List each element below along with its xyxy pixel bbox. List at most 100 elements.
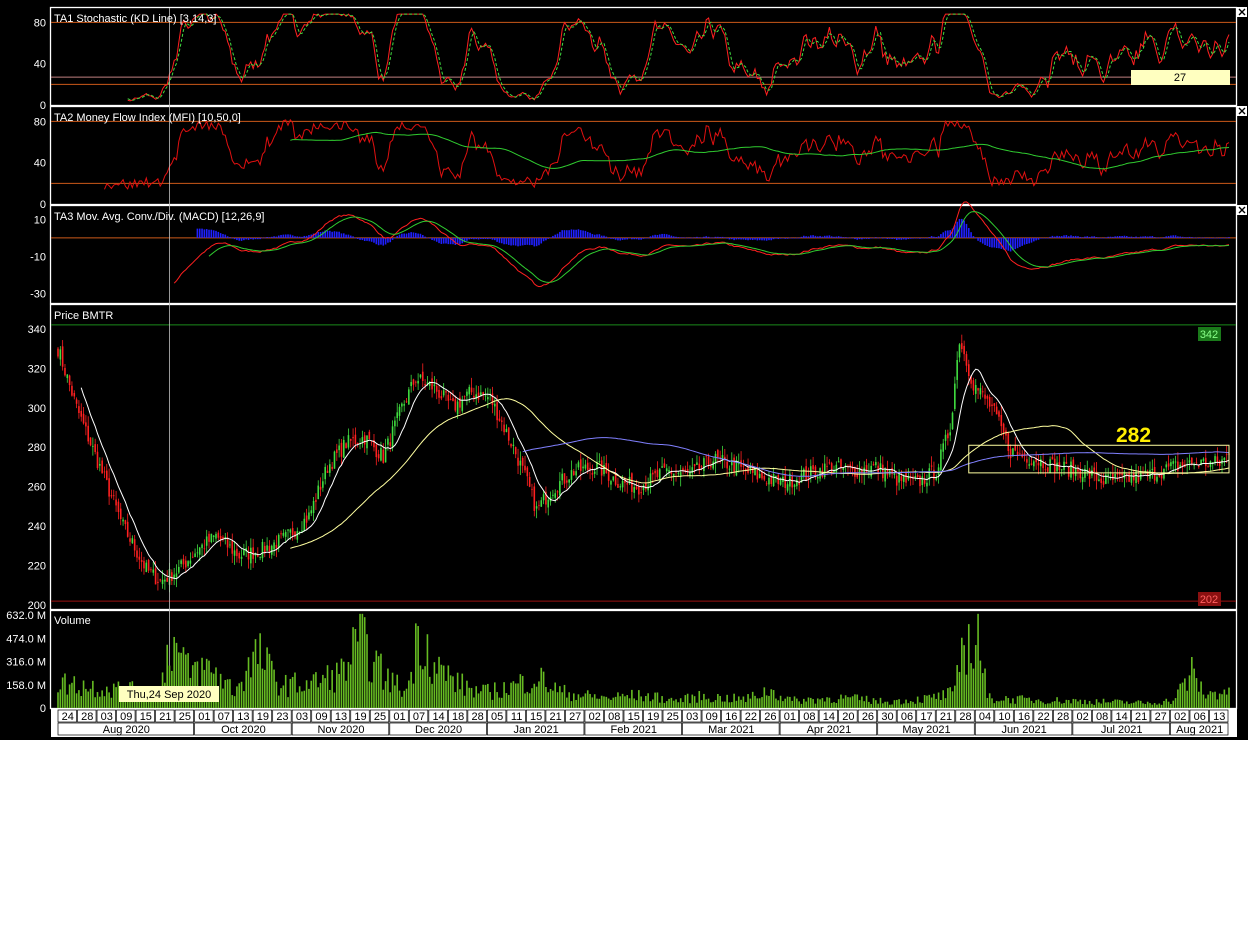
candle-body: [882, 464, 884, 479]
candle-body: [967, 364, 970, 377]
date-day-label: 13: [335, 711, 347, 723]
volume-bar: [1016, 696, 1019, 708]
volume-bar: [1026, 698, 1028, 708]
candle-body: [1112, 473, 1114, 481]
macd-histogram-bar: [517, 237, 519, 247]
macd-histogram-bar: [782, 237, 784, 239]
macd-histogram-bar: [981, 237, 984, 244]
date-day-label: 02: [1174, 711, 1186, 723]
macd-histogram-bar: [403, 233, 405, 238]
macd-histogram-bar: [775, 237, 777, 239]
macd-histogram-bar: [584, 230, 587, 238]
macd-histogram-bar: [289, 234, 292, 238]
candle-body: [105, 470, 108, 480]
macd-histogram-bar: [438, 237, 440, 244]
stock-chart[interactable]: 0 40 80 0 40 80 -30 -10 10 200 220 240 260 280 300 3…: [0, 0, 1248, 740]
volume-bar: [763, 687, 766, 708]
candle-body: [547, 499, 550, 508]
cursor-date-text: Thu,24 Sep 2020: [127, 689, 211, 701]
macd-histogram-bar: [1093, 236, 1096, 238]
candle-body: [150, 569, 152, 571]
candle-body: [823, 463, 826, 478]
macd-histogram-bar: [600, 235, 603, 238]
volume-bar: [1067, 700, 1070, 708]
volume-bar: [914, 703, 917, 708]
volume-bar: [466, 680, 468, 708]
macd-histogram-bar: [914, 237, 917, 239]
volume-bar: [236, 686, 238, 708]
date-day-label: 07: [413, 711, 425, 723]
volume-bar: [686, 693, 689, 708]
macd-histogram-bar: [263, 237, 266, 239]
chart-canvas[interactable]: 04080 04080 -30-1010 2002202402602803003…: [0, 0, 1248, 740]
volume-bar: [500, 697, 503, 708]
candle-body: [737, 463, 740, 465]
volume-bar: [693, 696, 696, 708]
volume-bar: [1172, 700, 1175, 708]
macd-histogram-bar: [596, 234, 598, 238]
candle-body: [129, 538, 131, 542]
macd-histogram-bar: [540, 237, 543, 244]
candle-body: [340, 442, 343, 457]
macd-histogram-bar: [528, 237, 531, 246]
macd-histogram-bar: [865, 237, 868, 239]
volume-bar: [108, 692, 110, 708]
macd-histogram-bar: [442, 237, 445, 244]
candle-body: [277, 534, 280, 548]
volume-bar: [668, 698, 670, 708]
macd-histogram-bar: [542, 237, 545, 242]
date-day-label: 22: [745, 711, 757, 723]
macd-histogram-bar: [796, 237, 798, 239]
volume-bar: [1000, 700, 1003, 708]
date-day-label: 13: [1213, 711, 1225, 723]
volume-bar: [252, 651, 254, 708]
volume-bar: [96, 692, 99, 708]
macd-histogram-bar: [387, 237, 389, 243]
macd-histogram-bar: [586, 231, 589, 238]
volume-bar: [99, 696, 101, 708]
candle-body: [612, 476, 615, 481]
volume-bar: [87, 691, 90, 708]
volume-bar: [563, 684, 566, 708]
volume-bar: [921, 702, 924, 708]
volume-bar: [461, 673, 464, 708]
candle-body: [1170, 462, 1172, 467]
macd-histogram-bar: [798, 237, 800, 239]
candle-body: [617, 484, 619, 488]
candle-body: [466, 391, 468, 396]
candle-body: [535, 506, 538, 509]
close-macd-button[interactable]: [1237, 205, 1247, 215]
macd-histogram-bar: [1191, 237, 1193, 238]
volume-bar: [1002, 700, 1005, 708]
volume-bar: [865, 695, 868, 708]
volume-bar: [840, 694, 842, 708]
date-month-label: May 2021: [902, 724, 950, 736]
volume-bar: [949, 687, 951, 708]
macd-histogram-bar: [619, 237, 622, 241]
candle-body: [349, 439, 352, 441]
volume-bar: [1088, 700, 1091, 708]
volume-bar: [552, 690, 554, 708]
volume-bar: [700, 700, 703, 708]
candle-body: [1051, 456, 1054, 460]
volume-bar: [877, 703, 879, 708]
candle-body: [431, 378, 433, 390]
macd-histogram-bar: [933, 236, 935, 238]
candle-body: [394, 420, 396, 427]
macd-histogram-bar: [410, 232, 412, 238]
close-stoch-button[interactable]: [1237, 7, 1247, 17]
volume-bar: [1084, 699, 1086, 708]
date-day-label: 22: [1037, 711, 1049, 723]
candle-body: [291, 528, 294, 536]
macd-histogram-bar: [547, 237, 550, 239]
macd-histogram-bar: [507, 237, 510, 245]
macd-histogram-bar: [340, 233, 343, 238]
close-mfi-button[interactable]: [1237, 106, 1247, 116]
volume-bar: [503, 682, 505, 708]
candle-body: [1188, 460, 1191, 463]
candle-body: [273, 542, 275, 550]
macd-histogram-bar: [1188, 236, 1191, 238]
candle-body: [354, 434, 357, 445]
macd-histogram-bar: [484, 237, 487, 239]
volume-bar: [868, 701, 870, 708]
